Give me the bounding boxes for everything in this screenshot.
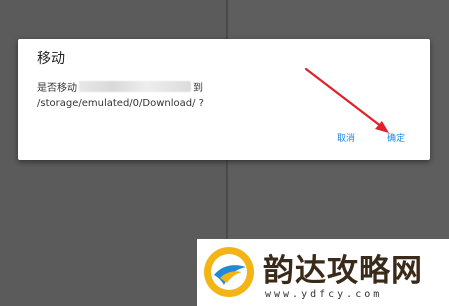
move-dialog: 移动 是否移动 到 /storage/emulated/0/Download/ ?…: [18, 39, 430, 160]
cancel-button[interactable]: 取消: [337, 131, 355, 144]
redacted-filename: [79, 81, 191, 92]
watermark-url: www.ydfcy.com: [265, 289, 383, 300]
message-line-1: 是否移动 到: [37, 81, 267, 96]
confirm-button[interactable]: 确定: [387, 131, 405, 144]
message-prefix: 是否移动: [37, 83, 77, 94]
message-path: /storage/emulated/0/Download/ ?: [37, 98, 204, 109]
watermark-title: 韵达攻略网: [263, 253, 423, 289]
message-suffix: 到: [193, 83, 203, 94]
dialog-message: 是否移动 到 /storage/emulated/0/Download/ ?: [37, 81, 267, 111]
watermark-logo-icon: [204, 247, 254, 297]
dialog-title: 移动: [37, 51, 65, 67]
watermark-box: 韵达攻略网 www.ydfcy.com: [197, 239, 449, 306]
